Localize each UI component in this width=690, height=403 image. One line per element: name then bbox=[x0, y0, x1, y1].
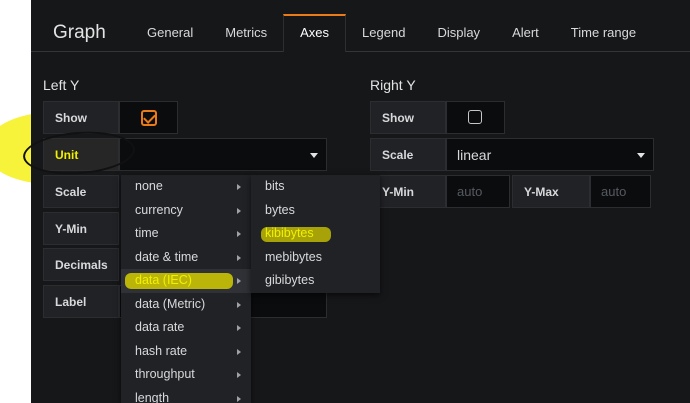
editor-tabs: General Metrics Axes Legend Display Aler… bbox=[131, 14, 652, 52]
chevron-right-icon bbox=[237, 301, 241, 308]
right-scale-label: Scale bbox=[370, 138, 446, 171]
chevron-right-icon bbox=[237, 348, 241, 355]
tab-time-range[interactable]: Time range bbox=[555, 14, 652, 52]
right-ymax-placeholder: auto bbox=[601, 184, 627, 199]
tab-general[interactable]: General bbox=[131, 14, 209, 52]
chevron-right-icon bbox=[237, 184, 241, 190]
panel-title: Graph bbox=[53, 22, 106, 43]
chevron-right-icon bbox=[237, 325, 241, 331]
checkbox-unchecked-icon[interactable] bbox=[468, 110, 482, 124]
left-label-label: Label bbox=[43, 285, 119, 318]
tab-display[interactable]: Display bbox=[421, 14, 496, 52]
left-decimals-label: Decimals bbox=[43, 248, 119, 281]
chevron-right-icon bbox=[237, 372, 241, 378]
submenu-item-bits[interactable]: bits bbox=[251, 175, 380, 199]
left-scale-label: Scale bbox=[43, 175, 119, 208]
unit-menu-item-data-iec[interactable]: data (IEC) bbox=[121, 269, 251, 293]
submenu-item-bytes[interactable]: bytes bbox=[251, 199, 380, 223]
right-show-label: Show bbox=[370, 101, 446, 134]
graph-editor-panel: Graph General Metrics Axes Legend Displa… bbox=[31, 0, 690, 403]
chevron-right-icon bbox=[237, 207, 241, 214]
tab-axes[interactable]: Axes bbox=[283, 14, 347, 52]
unit-menu-item[interactable]: throughput bbox=[121, 363, 251, 387]
left-show-toggle[interactable] bbox=[119, 101, 178, 134]
unit-menu-item[interactable]: currency bbox=[121, 199, 251, 223]
right-ymin-input[interactable]: auto bbox=[446, 175, 510, 208]
right-scale-select[interactable]: linear bbox=[446, 138, 654, 171]
right-ymax-label: Y-Max bbox=[512, 175, 590, 208]
tab-alert[interactable]: Alert bbox=[496, 14, 555, 52]
right-scale-value: linear bbox=[457, 147, 492, 163]
left-y-title: Left Y bbox=[43, 77, 80, 93]
tab-legend[interactable]: Legend bbox=[346, 14, 421, 52]
right-ymax-input[interactable]: auto bbox=[590, 175, 651, 208]
tab-metrics[interactable]: Metrics bbox=[209, 14, 283, 52]
unit-menu-item[interactable]: none bbox=[121, 175, 251, 199]
unit-menu-item[interactable]: date & time bbox=[121, 246, 251, 270]
submenu-item-kibibytes[interactable]: kibibytes bbox=[251, 222, 380, 246]
unit-menu-item[interactable]: data rate bbox=[121, 316, 251, 340]
unit-menu-item[interactable]: data (Metric) bbox=[121, 293, 251, 317]
right-ymin-label: Y-Min bbox=[370, 175, 446, 208]
chevron-right-icon bbox=[237, 278, 241, 284]
chevron-right-icon bbox=[237, 254, 241, 261]
chevron-down-icon bbox=[637, 153, 645, 158]
right-ymin-placeholder: auto bbox=[457, 184, 483, 199]
unit-menu-item[interactable]: length bbox=[121, 387, 251, 403]
unit-menu-item[interactable]: hash rate bbox=[121, 340, 251, 364]
chevron-down-icon bbox=[310, 153, 318, 158]
submenu-item-mebibytes[interactable]: mebibytes bbox=[251, 246, 380, 270]
left-ymin-label: Y-Min bbox=[43, 212, 119, 245]
chevron-right-icon bbox=[237, 231, 241, 237]
submenu-item-gibibytes[interactable]: gibibytes bbox=[251, 269, 380, 293]
right-y-title: Right Y bbox=[370, 77, 416, 93]
left-unit-select[interactable] bbox=[119, 138, 327, 171]
chevron-right-icon bbox=[237, 395, 241, 402]
unit-dropdown-menu: none currency time date & time data (IEC… bbox=[121, 175, 251, 403]
data-iec-submenu: bits bytes kibibytes mebibytes gibibytes bbox=[251, 175, 380, 293]
right-show-toggle[interactable] bbox=[446, 101, 505, 134]
left-show-label: Show bbox=[43, 101, 119, 134]
unit-menu-item[interactable]: time bbox=[121, 222, 251, 246]
checkbox-checked-icon[interactable] bbox=[141, 110, 157, 126]
